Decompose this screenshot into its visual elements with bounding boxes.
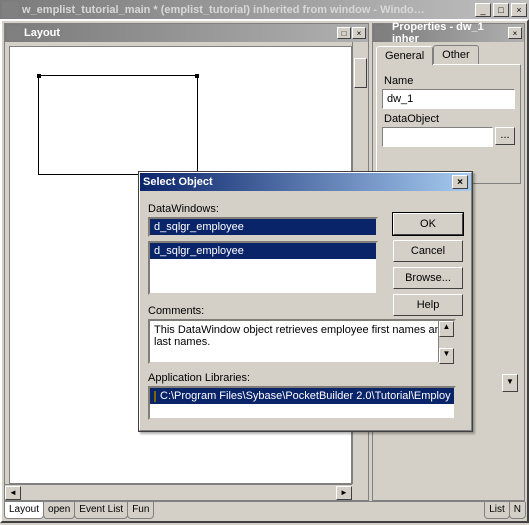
properties-dropdown-arrow[interactable]: ▼ (502, 374, 520, 442)
datawindows-label: DataWindows: (148, 203, 378, 215)
layout-maximize-button[interactable]: □ (337, 27, 351, 39)
properties-close-button[interactable]: × (508, 27, 522, 39)
scroll-right-icon[interactable]: ► (336, 486, 352, 500)
bottom-tab-list[interactable]: List (484, 502, 510, 519)
window-icon (2, 2, 18, 18)
properties-tabs: General Other (376, 45, 521, 64)
scroll-up-icon[interactable]: ▲ (439, 321, 454, 337)
datawindows-input-value: d_sqlgr_employee (150, 219, 376, 235)
bottom-tab-open[interactable]: open (43, 502, 75, 519)
window-title: w_emplist_tutorial_main * (emplist_tutor… (22, 4, 475, 16)
tab-other[interactable]: Other (433, 45, 479, 64)
dataobject-browse-button[interactable]: ... (495, 127, 515, 145)
libraries-label: Application Libraries: (148, 372, 463, 384)
properties-panel-titlebar: Properties - dw_1 inher × (373, 24, 524, 42)
dataobject-label: DataObject (384, 113, 515, 125)
library-item[interactable]: C:\Program Files\Sybase\PocketBuilder 2.… (150, 388, 454, 404)
bottom-tab-n[interactable]: N (509, 502, 526, 519)
datawindow-control-rect[interactable] (38, 75, 198, 175)
layout-hscrollbar[interactable]: ◄ ► (5, 484, 352, 500)
bottom-tab-eventlist[interactable]: Event List (74, 502, 128, 519)
dialog-close-button[interactable]: × (452, 175, 468, 189)
properties-tab-page: Name DataObject ... (376, 64, 521, 184)
help-button[interactable]: Help (393, 294, 463, 316)
bottom-tab-layout[interactable]: Layout (4, 502, 44, 519)
layout-icon (7, 26, 21, 40)
select-object-dialog: Select Object × DataWindows: d_sqlgr_emp… (138, 171, 473, 432)
comments-box[interactable]: This DataWindow object retrieves employe… (148, 319, 456, 364)
tab-general[interactable]: General (376, 46, 433, 65)
scroll-left-icon[interactable]: ◄ (5, 486, 21, 500)
bottom-tab-fun[interactable]: Fun (127, 502, 154, 519)
name-field[interactable] (382, 89, 515, 109)
datawindows-input[interactable]: d_sqlgr_employee (148, 217, 378, 237)
library-icon (154, 391, 156, 402)
comments-scrollbar[interactable]: ▲ ▼ (438, 321, 454, 362)
cancel-button[interactable]: Cancel (393, 240, 463, 262)
dataobject-field[interactable] (382, 127, 493, 147)
browse-button[interactable]: Browse... (393, 267, 463, 289)
bottom-tab-bar: Layout open Event List Fun List N (4, 501, 525, 519)
libraries-list[interactable]: C:\Program Files\Sybase\PocketBuilder 2.… (148, 386, 456, 420)
dialog-title: Select Object (143, 176, 452, 188)
layout-close-button[interactable]: × (352, 27, 366, 39)
name-label: Name (384, 75, 515, 87)
minimize-button[interactable]: _ (475, 3, 491, 17)
ok-button[interactable]: OK (393, 213, 463, 235)
scroll-thumb[interactable] (354, 58, 367, 88)
datawindows-list[interactable]: d_sqlgr_employee (148, 241, 378, 295)
library-path: C:\Program Files\Sybase\PocketBuilder 2.… (160, 390, 451, 402)
scroll-down-icon[interactable]: ▼ (439, 348, 454, 364)
layout-panel-title: Layout (24, 27, 337, 39)
main-titlebar: w_emplist_tutorial_main * (emplist_tutor… (0, 0, 529, 19)
chevron-down-icon[interactable]: ▼ (502, 374, 518, 392)
dialog-titlebar[interactable]: Select Object × (140, 173, 471, 191)
layout-panel-titlebar: Layout □ × (5, 24, 368, 42)
properties-icon (375, 26, 389, 40)
comments-text: This DataWindow object retrieves employe… (154, 324, 447, 348)
maximize-button[interactable]: □ (493, 3, 509, 17)
list-item[interactable]: d_sqlgr_employee (150, 243, 376, 259)
close-button[interactable]: × (511, 3, 527, 17)
